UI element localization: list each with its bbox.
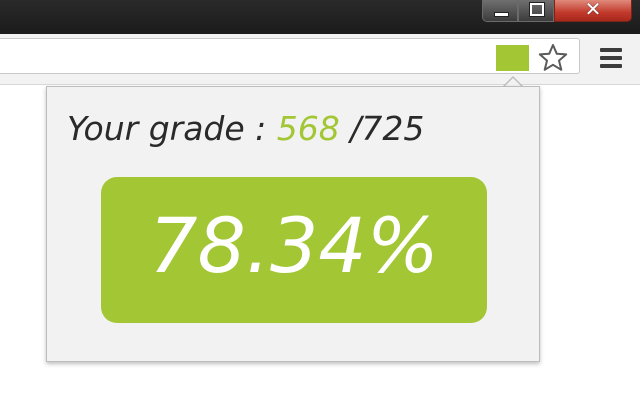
grade-prefix: Your grade : <box>67 109 277 148</box>
percentage-badge: 78.34% <box>101 177 487 323</box>
address-bar[interactable] <box>0 38 580 74</box>
window-title-bar: ✕ <box>0 0 640 34</box>
restore-icon <box>529 2 545 17</box>
minimize-button[interactable] <box>482 0 518 22</box>
restore-button[interactable] <box>518 0 554 22</box>
browser-toolbar <box>0 34 640 85</box>
minimize-icon <box>494 12 509 17</box>
grade-popup: Your grade : 568 /725 78.34% <box>46 86 540 362</box>
close-button[interactable]: ✕ <box>554 0 632 22</box>
grade-score: 568 <box>276 109 340 148</box>
star-icon[interactable] <box>537 42 569 74</box>
grade-extension-icon[interactable] <box>496 45 529 71</box>
window-controls: ✕ <box>482 0 632 22</box>
percentage-value: 78.34% <box>149 201 439 290</box>
grade-total: /725 <box>339 109 425 148</box>
grade-line: Your grade : 568 /725 <box>67 109 527 148</box>
hamburger-menu-icon[interactable] <box>600 48 622 68</box>
close-icon: ✕ <box>584 0 602 21</box>
